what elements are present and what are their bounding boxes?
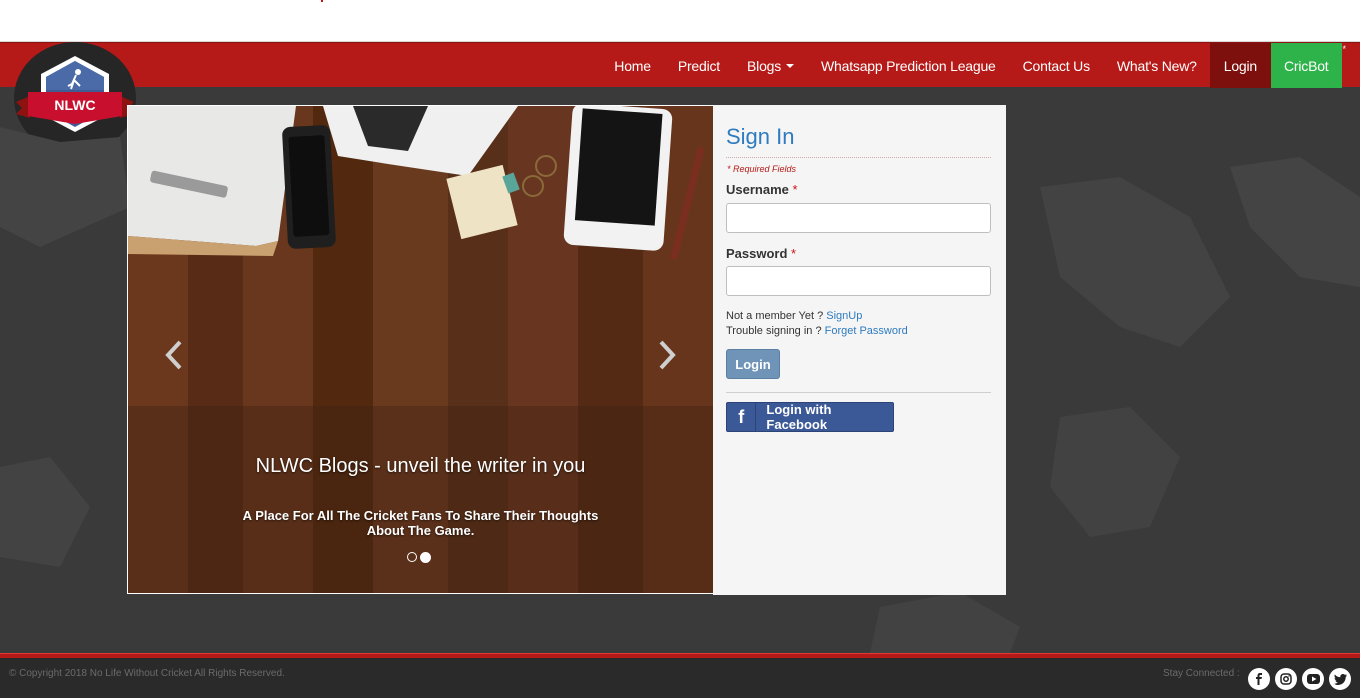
stay-connected-label: Stay Connected : — [1163, 668, 1240, 679]
required-note: * Required Fields — [727, 164, 797, 174]
top-strip — [0, 0, 1360, 42]
username-label-text: Username — [726, 182, 789, 197]
password-input[interactable] — [726, 266, 991, 296]
not-member-text: Not a member Yet ? — [726, 310, 824, 322]
slide-title: NLWC Blogs - unveil the writer in you — [255, 455, 586, 477]
chevron-right-icon[interactable] — [655, 338, 677, 372]
nav-blogs[interactable]: Blogs — [734, 43, 808, 88]
nav-contact-label: Contact Us — [1022, 57, 1090, 74]
twitter-icon[interactable] — [1329, 668, 1351, 690]
forget-password-link[interactable]: Forget Password — [825, 325, 908, 337]
password-label-text: Password — [726, 246, 788, 261]
signin-panel: Sign In * Required Fields Username * Pas… — [713, 105, 1006, 595]
nav-whats-new-label: What's New? — [1116, 57, 1197, 74]
username-label: Username * — [726, 182, 798, 197]
signin-divider — [726, 392, 991, 393]
footer: © Copyright 2018 No Life Without Cricket… — [0, 658, 1360, 698]
forget-prompt: Trouble signing in ? Forget Password — [726, 325, 908, 337]
nav-home[interactable]: Home — [601, 43, 665, 88]
copyright-text: © Copyright 2018 No Life Without Cricket… — [9, 668, 285, 679]
login-button[interactable]: Login — [726, 349, 780, 379]
signup-link[interactable]: SignUp — [826, 310, 862, 322]
facebook-icon: f — [727, 403, 757, 431]
nav-whatsapp-league-label: Whatsapp Prediction League — [821, 57, 996, 74]
required-star: * — [791, 246, 797, 261]
facebook-social-icon[interactable] — [1248, 668, 1270, 690]
navbar: Home Predict Blogs Whatsapp Prediction L… — [0, 42, 1360, 88]
instagram-icon[interactable] — [1275, 668, 1297, 690]
nav-predict[interactable]: Predict — [664, 43, 733, 88]
youtube-icon[interactable] — [1302, 668, 1324, 690]
nav-contact[interactable]: Contact Us — [1009, 43, 1103, 88]
nav-cricbot[interactable]: CricBot — [1270, 43, 1342, 88]
title-divider — [726, 157, 991, 158]
caret-down-icon — [786, 63, 795, 68]
required-star: * — [792, 182, 798, 197]
nav-whats-new[interactable]: What's New? — [1103, 43, 1210, 88]
signup-prompt: Not a member Yet ? SignUp — [726, 310, 862, 322]
password-label: Password * — [726, 246, 796, 261]
chevron-left-icon[interactable] — [164, 338, 186, 372]
slide-subtitle: A Place For All The Cricket Fans To Shar… — [242, 508, 599, 538]
carousel-indicator-2[interactable] — [420, 551, 431, 563]
nav-menu: Home Predict Blogs Whatsapp Prediction L… — [601, 43, 1342, 88]
top-strip-dot — [321, 0, 323, 2]
facebook-login-label: Login with Facebook — [766, 402, 832, 432]
nav-blogs-label: Blogs — [747, 57, 782, 74]
trouble-text: Trouble signing in ? — [726, 325, 822, 337]
nav-login-label: Login — [1223, 57, 1257, 74]
nav-whatsapp-league[interactable]: Whatsapp Prediction League — [808, 43, 1010, 88]
corner-mark: * — [1342, 44, 1346, 54]
blog-carousel[interactable]: NLWC Blogs - unveil the writer in you A … — [127, 105, 714, 594]
nav-login[interactable]: Login — [1210, 43, 1271, 88]
carousel-indicators — [407, 551, 431, 563]
nav-predict-label: Predict — [677, 57, 721, 74]
signin-title: Sign In — [726, 124, 795, 149]
nav-cricbot-label: CricBot — [1284, 57, 1329, 74]
nav-home-label: Home — [614, 57, 651, 74]
username-input[interactable] — [726, 203, 991, 233]
facebook-login-button[interactable]: f Login with Facebook — [726, 402, 894, 432]
carousel-indicator-1[interactable] — [407, 552, 417, 562]
